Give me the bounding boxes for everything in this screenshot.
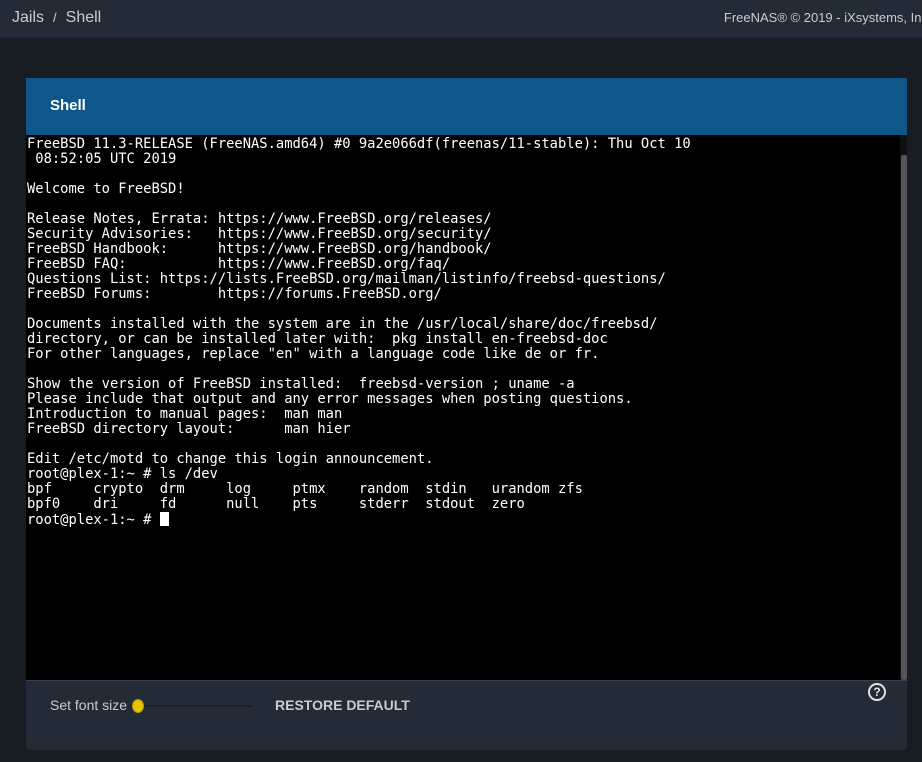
- shell-card: Shell FreeBSD 11.3-RELEASE (FreeNAS.amd6…: [26, 78, 907, 750]
- terminal-cursor: [159, 512, 169, 526]
- terminal-output: FreeBSD 11.3-RELEASE (FreeNAS.amd64) #0 …: [27, 137, 691, 528]
- breadcrumb-shell: Shell: [65, 9, 102, 26]
- slider-thumb[interactable]: [132, 699, 144, 713]
- terminal-line: Edit /etc/motd to change this login anno…: [27, 451, 434, 467]
- breadcrumb-jails[interactable]: Jails: [12, 9, 44, 26]
- terminal-line: bpf0 dri fd null pts stderr stdout zero: [27, 496, 525, 512]
- help-icon[interactable]: ?: [868, 683, 886, 701]
- breadcrumb-separator: /: [53, 10, 57, 25]
- terminal-line: bpf crypto drm log ptmx random stdin ura…: [27, 481, 583, 497]
- terminal-line: directory, or can be installed later wit…: [27, 331, 608, 347]
- terminal-line: FreeBSD 11.3-RELEASE (FreeNAS.amd64) #0 …: [27, 136, 691, 152]
- scrollbar-thumb[interactable]: [901, 155, 907, 680]
- terminal-line: root@plex-1:~ # ls /dev: [27, 466, 218, 482]
- terminal-line: FreeBSD Forums: https://forums.FreeBSD.o…: [27, 286, 442, 302]
- shell-footer: Set font size RESTORE DEFAULT ?: [26, 680, 907, 751]
- terminal-line: FreeBSD Handbook: https://www.FreeBSD.or…: [27, 241, 492, 257]
- terminal-prompt: root@plex-1:~ #: [27, 512, 160, 528]
- terminal-line: FreeBSD directory layout: man hier: [27, 421, 351, 437]
- terminal-line: Release Notes, Errata: https://www.FreeB…: [27, 211, 492, 227]
- terminal-line: Introduction to manual pages: man man: [27, 406, 343, 422]
- terminal-line: Welcome to FreeBSD!: [27, 181, 185, 197]
- restore-default-button[interactable]: RESTORE DEFAULT: [275, 697, 410, 713]
- terminal-line: Security Advisories: https://www.FreeBSD…: [27, 226, 492, 242]
- terminal-line: For other languages, replace "en" with a…: [27, 346, 600, 362]
- copyright: FreeNAS® © 2019 - iXsystems, Inc: [723, 10, 922, 25]
- card-title: Shell: [26, 78, 907, 135]
- terminal[interactable]: FreeBSD 11.3-RELEASE (FreeNAS.amd64) #0 …: [26, 135, 907, 680]
- font-size-label: Set font size: [50, 697, 128, 713]
- terminal-line: Questions List: https://lists.FreeBSD.or…: [27, 271, 666, 287]
- top-bar: Jails / Shell FreeNAS® © 2019 - iXsystems,…: [0, 0, 922, 38]
- breadcrumb: Jails / Shell: [12, 9, 101, 27]
- font-size-slider[interactable]: [132, 699, 252, 713]
- terminal-line: FreeBSD FAQ: https://www.FreeBSD.org/faq…: [27, 256, 451, 272]
- terminal-line: Please include that output and any error…: [27, 391, 633, 407]
- terminal-line: Show the version of FreeBSD installed: f…: [27, 376, 575, 392]
- terminal-scrollbar[interactable]: [900, 135, 907, 680]
- terminal-line: Documents installed with the system are …: [27, 316, 658, 332]
- terminal-line: 08:52:05 UTC 2019: [35, 151, 177, 167]
